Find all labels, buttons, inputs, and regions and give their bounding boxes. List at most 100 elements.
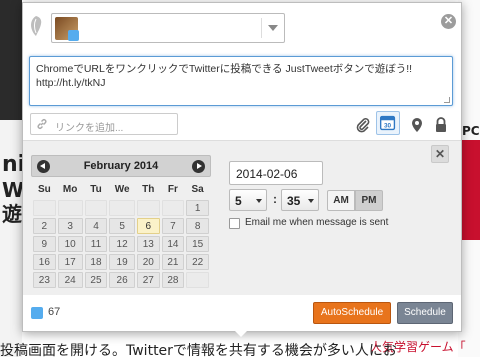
dialog-header: ✕ [23, 3, 461, 51]
calendar-week-row: 23 24 25 26 27 28 [33, 272, 209, 288]
am-toggle[interactable]: AM [327, 190, 355, 211]
calendar-day[interactable]: 3 [57, 218, 83, 234]
close-icon[interactable]: ✕ [441, 14, 456, 29]
date-input[interactable]: 2014-02-06 [229, 161, 323, 185]
calendar-week-row: 1 [33, 200, 209, 216]
attachment-icon[interactable] [355, 116, 371, 134]
twitter-badge-icon [68, 30, 79, 41]
link-icon [37, 119, 47, 129]
calendar-day[interactable]: 26 [109, 272, 135, 288]
calendar-day[interactable]: 28 [161, 272, 185, 288]
calendar-day[interactable]: 15 [186, 236, 209, 252]
calendar-day[interactable]: 23 [33, 272, 56, 288]
calendar-empty-cell [33, 200, 56, 216]
weekday-label: Su [37, 183, 51, 195]
calendar-day[interactable]: 27 [136, 272, 160, 288]
background-text: 遊 [2, 202, 22, 226]
calendar-day[interactable]: 5 [109, 218, 135, 234]
calendar-day[interactable]: 20 [136, 254, 160, 270]
calendar-day[interactable]: 14 [161, 236, 185, 252]
weekday-label: Th [142, 183, 155, 195]
hour-value: 5 [235, 194, 242, 208]
calendar-day[interactable]: 12 [109, 236, 135, 252]
calendar-day[interactable]: 6 [136, 218, 160, 234]
schedule-calendar-button[interactable]: 30 [376, 111, 400, 135]
calendar-day[interactable]: 18 [84, 254, 108, 270]
calendar-empty-cell [109, 200, 135, 216]
schedule-panel: ✕ February 2014 Su Mo Tu We Th Fr Sa 123456789… [23, 140, 461, 295]
calendar-day[interactable]: 10 [57, 236, 83, 252]
minute-select[interactable]: 35 [281, 189, 319, 211]
character-count: 67 [48, 306, 61, 318]
calendar-header: February 2014 [31, 155, 211, 177]
calendar-day-label: 30 [384, 123, 392, 130]
calendar-day[interactable]: 24 [57, 272, 83, 288]
calendar-day[interactable]: 7 [161, 218, 185, 234]
add-link-placeholder: リンクを追加... [55, 123, 124, 134]
message-textarea[interactable]: ChromeでURLをワンクリックでTwitterに投稿できる JustTwee… [29, 56, 453, 106]
calendar-day[interactable]: 21 [161, 254, 185, 270]
minute-value: 35 [287, 194, 301, 208]
calendar-day[interactable]: 1 [186, 200, 209, 216]
calendar-day[interactable]: 19 [109, 254, 135, 270]
weekday-label: Sa [191, 183, 204, 195]
time-picker: 2014-02-06 5 : 35 AM PM Email me when me… [219, 151, 411, 247]
calendar-icon: 30 [379, 115, 396, 131]
twitter-icon [31, 307, 43, 319]
weekday-label: We [114, 183, 130, 195]
calendar-week-row: 9 10 11 12 13 14 15 [33, 236, 209, 252]
calendar-empty-cell [57, 200, 83, 216]
divider [261, 18, 262, 38]
weekday-label: Fr [167, 183, 178, 195]
calendar-day[interactable]: 22 [186, 254, 209, 270]
date-picker: February 2014 Su Mo Tu We Th Fr Sa 1 2 3 4 5 6 7 8 9 10… [31, 155, 211, 290]
chevron-down-icon [256, 199, 262, 203]
hootsuite-owl-icon [31, 16, 42, 36]
calendar-day[interactable]: 17 [57, 254, 83, 270]
chevron-down-icon[interactable] [268, 25, 278, 31]
calendar-empty-cell [161, 200, 185, 216]
email-checkbox[interactable] [229, 218, 240, 229]
background-dark-banner [0, 0, 22, 120]
lock-icon[interactable] [433, 116, 449, 134]
weekday-header-row: Su Mo Tu We Th Fr Sa [33, 180, 209, 198]
chevron-down-icon [308, 199, 314, 203]
calendar-day[interactable]: 16 [33, 254, 56, 270]
time-separator: : [273, 192, 277, 206]
message-text: ChromeでURLをワンクリックでTwitterに投稿できる JustTwee… [36, 63, 413, 89]
calendar-month-title: February 2014 [83, 160, 159, 172]
hour-select[interactable]: 5 [229, 189, 267, 211]
weekday-label: Mo [62, 183, 78, 195]
resize-handle[interactable] [444, 97, 450, 103]
dialog-pointer [235, 331, 247, 337]
account-selector[interactable] [51, 13, 285, 43]
background-article-text: 投稿画面を開ける。Twitterで情報を共有する機会が多い人にお [0, 343, 397, 357]
calendar-week-row: 2345678 [33, 218, 209, 234]
composer-toolbar: リンクを追加... 30 [23, 109, 461, 139]
background-ad-banner [462, 140, 480, 240]
calendar-week-row: 16 17 18 19 20 21 22 [33, 254, 209, 270]
compose-dialog: ✕ ChromeでURLをワンクリックでTwitterに投稿できる JustTw… [22, 2, 462, 332]
calendar-day[interactable]: 9 [33, 236, 56, 252]
close-schedule-button[interactable]: ✕ [431, 145, 449, 163]
calendar-day[interactable]: 8 [186, 218, 209, 234]
next-month-icon[interactable] [192, 160, 205, 173]
calendar-empty-cell [186, 272, 209, 288]
calendar-day[interactable]: 2 [33, 218, 56, 234]
pm-toggle[interactable]: PM [355, 190, 383, 211]
calendar-empty-cell [136, 200, 160, 216]
location-icon[interactable] [409, 116, 425, 134]
dialog-footer: 67 AutoSchedule Schedule [23, 295, 461, 331]
calendar-day[interactable]: 13 [136, 236, 160, 252]
autoschedule-button[interactable]: AutoSchedule [313, 302, 391, 324]
calendar-day[interactable]: 4 [84, 218, 108, 234]
weekday-label: Tu [90, 183, 102, 195]
add-link-input[interactable]: リンクを追加... [30, 113, 178, 135]
calendar-grid: Su Mo Tu We Th Fr Sa 1 2 3 4 5 6 7 8 9 10 11 12 13 14 15 16 17… [31, 178, 211, 290]
calendar-day[interactable]: 11 [84, 236, 108, 252]
calendar-day[interactable]: 25 [84, 272, 108, 288]
background-text: PC [462, 124, 480, 138]
email-checkbox-label: Email me when message is sent [245, 217, 389, 228]
calendar-empty-cell [84, 200, 108, 216]
schedule-button[interactable]: Schedule [397, 302, 453, 324]
